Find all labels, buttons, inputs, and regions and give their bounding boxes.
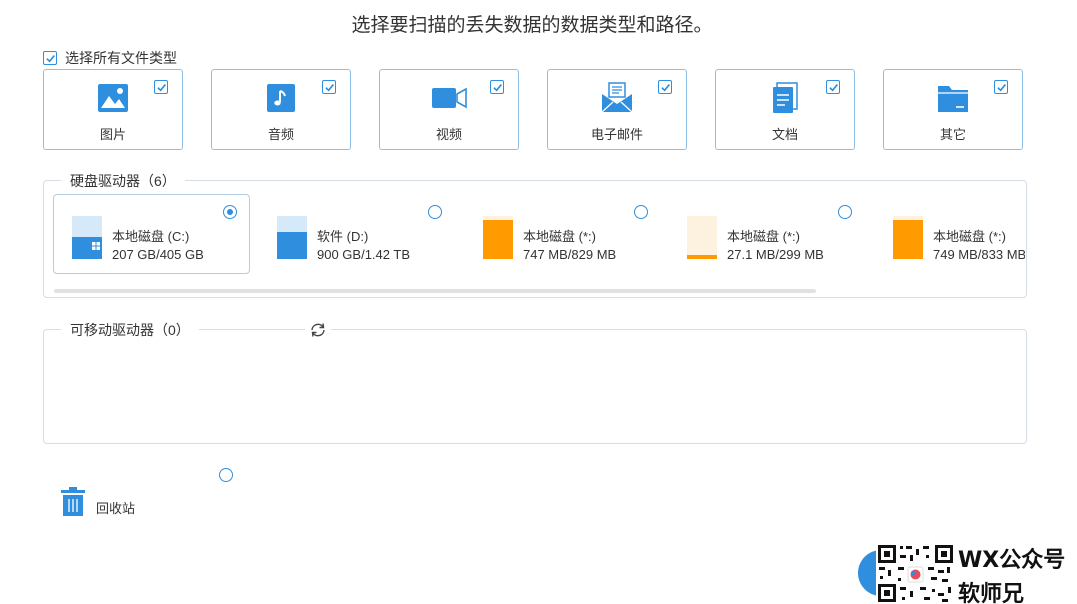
drive-size: 900 GB/1.42 TB	[317, 247, 410, 262]
refresh-icon	[311, 323, 325, 337]
refresh-button[interactable]	[305, 320, 331, 340]
drive-radio[interactable]	[428, 205, 442, 219]
drive-radio[interactable]	[634, 205, 648, 219]
drive-size: 749 MB/833 MB	[933, 247, 1026, 262]
drive-name: 本地磁盘 (C:)	[112, 229, 190, 244]
drive-size: 207 GB/405 GB	[112, 247, 204, 262]
file-type-document[interactable]: 文档	[715, 69, 855, 150]
drive-size: 747 MB/829 MB	[523, 247, 617, 262]
hard-drive-legend: 硬盘驱动器（6）	[61, 171, 185, 191]
drive-radio[interactable]	[838, 205, 852, 219]
drive-name: 本地磁盘 (*:)	[727, 229, 800, 244]
drive-item-c[interactable]: 本地磁盘 (C:) 207 GB/405 GB	[53, 194, 250, 274]
removable-drive-legend: 可移动驱动器（0）	[61, 320, 199, 340]
hard-drive-section: 硬盘驱动器（6） 本地磁盘 (C:) 207 GB/405 GB 软件 (D:)…	[43, 171, 1027, 298]
document-icon	[773, 82, 798, 113]
recycle-bin-radio[interactable]	[219, 468, 233, 482]
drive-item-3[interactable]: 本地磁盘 (*:) 747 MB/829 MB	[464, 194, 661, 274]
drive-item-4[interactable]: 本地磁盘 (*:) 27.1 MB/299 MB	[668, 194, 865, 274]
file-type-label: 文档	[771, 127, 798, 142]
page-title: 选择要扫描的丢失数据的数据类型和路径。	[351, 15, 713, 36]
horizontal-scrollbar[interactable]	[54, 289, 816, 293]
qr-code	[876, 543, 955, 604]
watermark-line-1: WX公众号	[958, 548, 1066, 573]
file-type-audio[interactable]: 音频	[211, 69, 351, 150]
check-icon[interactable]	[994, 80, 1008, 94]
drive-icon	[687, 216, 717, 259]
drive-size: 27.1 MB/299 MB	[727, 247, 824, 262]
check-icon[interactable]	[658, 80, 672, 94]
check-icon[interactable]	[322, 80, 336, 94]
file-type-video[interactable]: 视频	[379, 69, 519, 150]
file-type-list: 图片 音频 视频 电子邮件 文档 其它	[43, 69, 1023, 150]
file-type-label: 图片	[99, 127, 126, 142]
drive-name: 本地磁盘 (*:)	[933, 229, 1006, 244]
removable-drive-section: 可移动驱动器（0）	[43, 320, 1027, 444]
drive-icon	[893, 216, 923, 259]
select-all-checkbox[interactable]: 选择所有文件类型	[43, 48, 177, 68]
check-icon[interactable]	[490, 80, 504, 94]
file-type-label: 音频	[267, 127, 294, 142]
drive-icon	[277, 216, 307, 259]
check-icon	[43, 51, 57, 65]
watermark-line-2: 软师兄	[958, 582, 1025, 604]
file-type-other[interactable]: 其它	[883, 69, 1023, 150]
select-all-label: 选择所有文件类型	[65, 50, 177, 66]
drive-icon	[483, 216, 513, 259]
check-icon[interactable]	[826, 80, 840, 94]
file-type-label: 其它	[939, 127, 966, 142]
folder-icon	[938, 86, 968, 112]
recycle-bin-label: 回收站	[96, 501, 136, 516]
image-icon	[98, 84, 128, 112]
trash-icon	[61, 487, 85, 516]
email-icon	[601, 82, 633, 113]
file-type-label: 电子邮件	[590, 127, 643, 142]
drive-name: 本地磁盘 (*:)	[523, 229, 596, 244]
music-icon	[267, 84, 295, 112]
drive-item-5[interactable]: 本地磁盘 (*:) 749 MB/833 MB	[874, 194, 1026, 274]
check-icon[interactable]	[154, 80, 168, 94]
drive-name: 软件 (D:)	[317, 229, 369, 244]
windows-drive-icon	[72, 216, 102, 259]
video-icon	[432, 87, 467, 109]
file-type-email[interactable]: 电子邮件	[547, 69, 687, 150]
drive-radio[interactable]	[223, 205, 237, 219]
file-type-image[interactable]: 图片	[43, 69, 183, 150]
recycle-bin-item[interactable]: 回收站	[60, 487, 135, 517]
file-type-label: 视频	[435, 127, 462, 142]
drive-item-d[interactable]: 软件 (D:) 900 GB/1.42 TB	[258, 194, 455, 274]
